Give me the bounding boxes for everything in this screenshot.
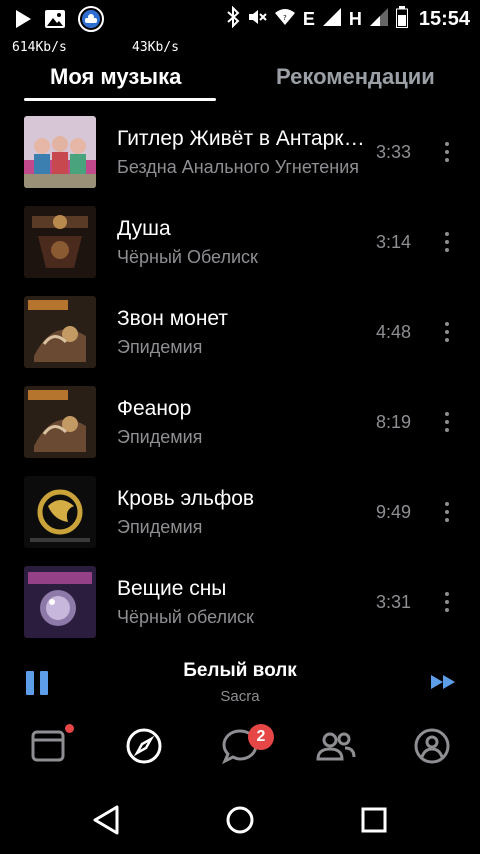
feed-icon[interactable] [28, 726, 68, 766]
track-title: Вещие сны [117, 577, 227, 600]
track-duration: 3:33 [376, 142, 412, 162]
system-navigation-bar [0, 784, 480, 854]
track-artist: Чёрный Обелиск [117, 247, 258, 267]
track-duration: 3:14 [376, 232, 412, 252]
track-row[interactable]: Феанор Эпидемия 8:19 [0, 377, 480, 467]
signal2-type: H [348, 9, 362, 29]
bottom-navigation: 2 [0, 716, 480, 780]
track-artist: Эпидемия [117, 517, 203, 537]
messages-badge: 2 [248, 724, 274, 750]
profile-icon[interactable] [412, 726, 452, 766]
status-right: ? E H 15:54 [226, 5, 470, 33]
mini-player[interactable]: Белый волк Sacra [0, 650, 480, 714]
signal-icon [322, 7, 342, 32]
album-cover [24, 116, 96, 188]
signal1-type: E [302, 9, 315, 29]
album-cover [24, 566, 96, 638]
more-vertical-icon[interactable] [436, 587, 458, 617]
play-icon [14, 9, 32, 34]
bluetooth-icon [226, 5, 240, 33]
more-vertical-icon[interactable] [436, 317, 458, 347]
fast-forward-icon[interactable] [430, 672, 458, 697]
wifi-icon: ? [274, 8, 296, 31]
clock: 15:54 [418, 8, 470, 30]
now-playing-artist: Sacra [220, 688, 260, 705]
track-artist: Эпидемия [117, 427, 203, 447]
album-cover [24, 386, 96, 458]
more-vertical-icon[interactable] [436, 137, 458, 167]
friends-icon[interactable] [316, 726, 356, 766]
track-duration: 8:19 [376, 412, 412, 432]
track-list: Гитлер Живёт в Антарктиде Бездна Анально… [0, 107, 480, 647]
track-title: Душа [117, 217, 171, 240]
battery-icon [395, 6, 408, 33]
track-duration: 4:48 [376, 322, 412, 342]
track-title: Звон монет [117, 307, 229, 330]
net-speed-up: 43Kb/s [132, 40, 179, 55]
music-tabs: Моя музыка Рекомендации [0, 60, 480, 104]
more-vertical-icon[interactable] [436, 407, 458, 437]
recents-icon[interactable] [356, 802, 392, 838]
signal-icon [369, 7, 389, 32]
tab-recommendations[interactable]: Рекомендации [276, 64, 435, 90]
track-row[interactable]: Гитлер Живёт в Антарктиде Бездна Анально… [0, 107, 480, 197]
track-row[interactable]: Кровь эльфов Эпидемия 9:49 [0, 467, 480, 557]
net-speed-down: 614Kb/s [12, 40, 67, 55]
track-title: Гитлер Живёт в Антарктиде [117, 127, 365, 150]
back-icon[interactable] [88, 802, 124, 838]
track-artist: Бездна Анального Угнетения [117, 157, 360, 177]
more-vertical-icon[interactable] [436, 497, 458, 527]
track-artist: Чёрный обелиск [117, 607, 254, 627]
vk-cloud-icon [78, 6, 104, 37]
compass-icon[interactable] [124, 726, 164, 766]
track-artist: Эпидемия [117, 337, 203, 357]
svg-text:?: ? [283, 14, 287, 22]
track-duration: 9:49 [376, 502, 412, 522]
home-icon[interactable] [222, 802, 258, 838]
active-tab-indicator [24, 98, 216, 101]
mute-icon [247, 7, 267, 32]
tab-my-music[interactable]: Моя музыка [50, 64, 181, 90]
more-vertical-icon[interactable] [436, 227, 458, 257]
now-playing-title: Белый волк [183, 660, 297, 681]
track-duration: 3:31 [376, 592, 412, 612]
status-left [14, 6, 104, 37]
feed-notification-dot [65, 724, 74, 733]
track-row[interactable]: Вещие сны Чёрный обелиск 3:31 [0, 557, 480, 647]
track-row[interactable]: Звон монет Эпидемия 4:48 [0, 287, 480, 377]
track-title: Кровь эльфов [117, 487, 255, 510]
track-title: Феанор [117, 397, 192, 420]
album-cover [24, 476, 96, 548]
status-bar: ? E H 15:54 614Kb/s 43Kb/s [0, 0, 480, 55]
image-icon [44, 9, 66, 34]
album-cover [24, 206, 96, 278]
track-row[interactable]: Душа Чёрный Обелиск 3:14 [0, 197, 480, 287]
album-cover [24, 296, 96, 368]
